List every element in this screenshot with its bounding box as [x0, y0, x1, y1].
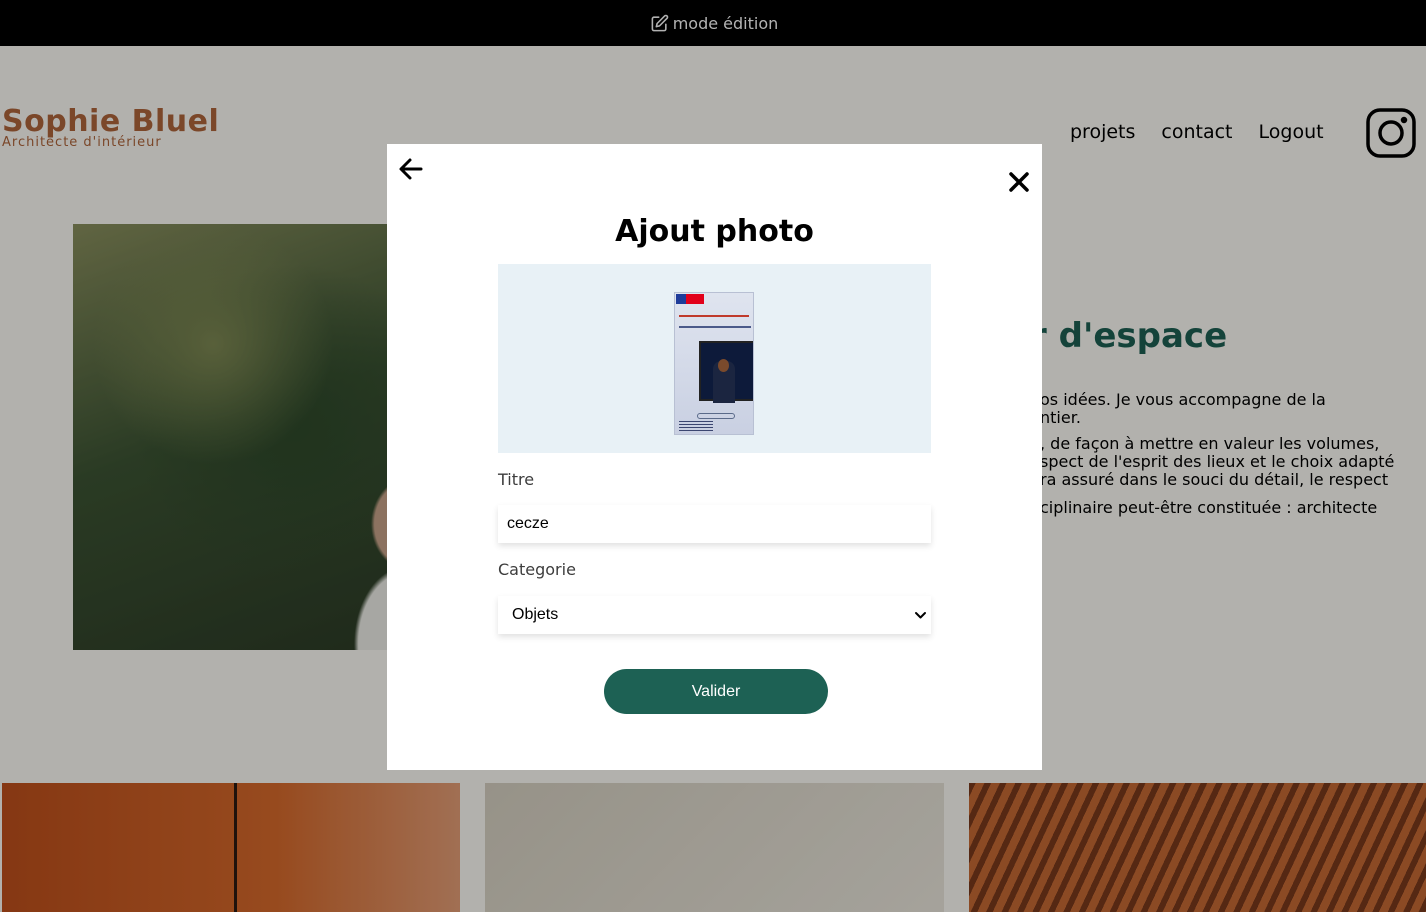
add-photo-modal: Ajout photo Titre Categorie Objets Valid…: [387, 144, 1042, 770]
validate-button[interactable]: Valider: [604, 669, 828, 714]
chevron-down-icon: [915, 612, 926, 619]
category-label: Categorie: [498, 560, 576, 579]
title-label: Titre: [498, 470, 535, 489]
category-select[interactable]: Objets: [498, 596, 931, 634]
title-input[interactable]: [498, 505, 931, 543]
category-selected-value: Objets: [512, 606, 559, 623]
arrow-left-icon[interactable]: [398, 157, 424, 181]
modal-title: Ajout photo: [615, 214, 814, 249]
close-icon[interactable]: [1007, 170, 1031, 194]
photo-upload-zone[interactable]: [498, 264, 931, 453]
uploaded-image-preview: [674, 292, 754, 435]
